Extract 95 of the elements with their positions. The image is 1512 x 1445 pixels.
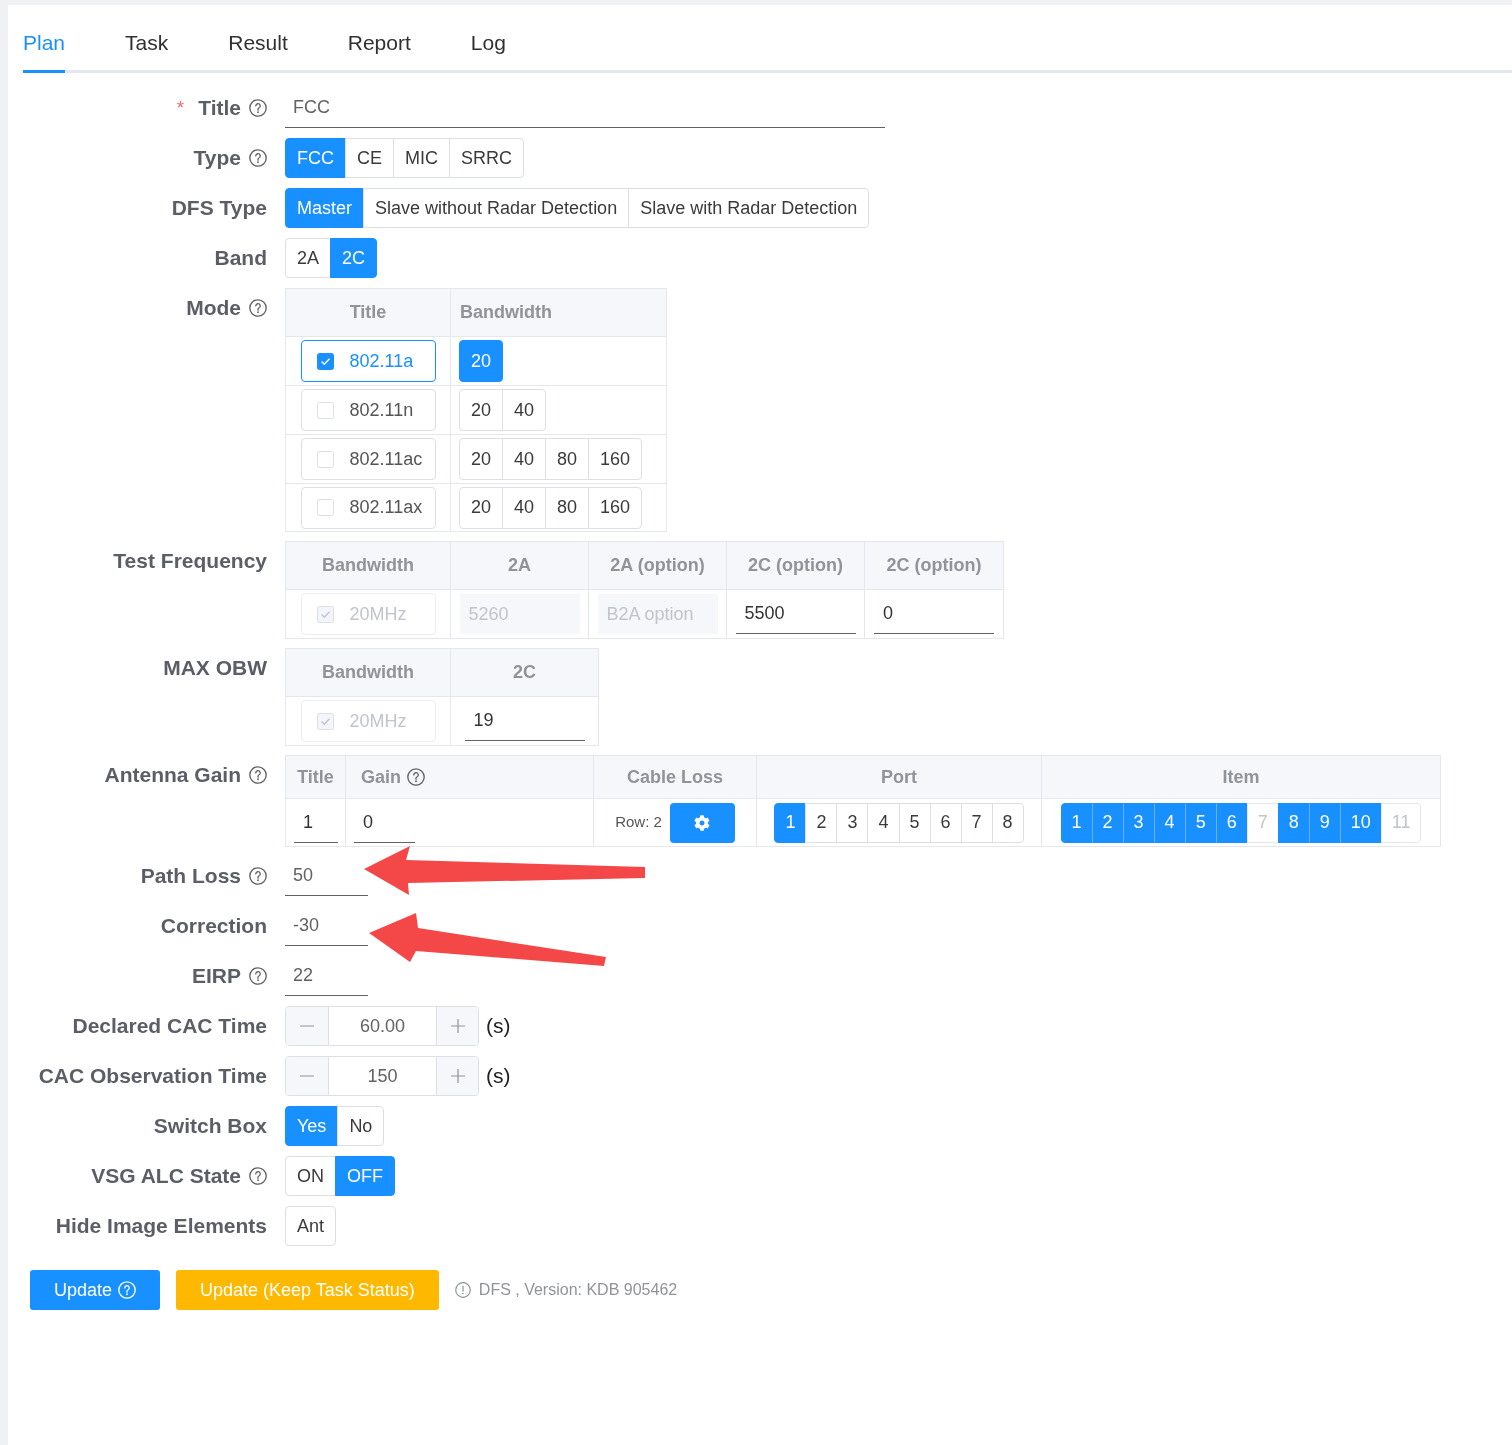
option-button[interactable]: Ant	[285, 1206, 337, 1246]
field-label: Declared CAC Time	[72, 1013, 267, 1040]
field-label: Hide Image Elements	[55, 1213, 267, 1240]
column-header: Gain	[361, 765, 401, 789]
field-label: VSG ALC State	[91, 1163, 241, 1190]
column-header: Bandwidth	[322, 554, 414, 577]
help-icon[interactable]	[407, 768, 425, 786]
tab[interactable]: Task	[125, 27, 169, 73]
column-header: Title	[297, 765, 334, 789]
text-input[interactable]: 50	[285, 856, 368, 896]
option-button[interactable]: No	[337, 1106, 385, 1146]
help-icon[interactable]	[249, 99, 267, 117]
number-stepper[interactable]: 60.00	[285, 1006, 479, 1046]
frequency-input[interactable]: 5500	[735, 594, 856, 634]
column-header: 2A	[508, 554, 531, 577]
text-input[interactable]: -30	[285, 906, 368, 946]
title-input[interactable]: FCC	[285, 88, 885, 128]
checkbox-button[interactable]: 802.11n	[300, 389, 436, 431]
row-count-label: Row: 2	[615, 812, 662, 833]
column-header: 2A (option)	[610, 554, 705, 577]
minus-icon	[300, 1025, 314, 1027]
option-button[interactable]: Slave without Radar Detection	[363, 188, 630, 228]
field-label: Type	[193, 145, 241, 172]
help-icon[interactable]	[249, 1167, 267, 1185]
text-input[interactable]: 22	[285, 956, 368, 996]
bandwidth-option[interactable]: 20	[459, 438, 504, 480]
field-label: MAX OBW	[163, 655, 267, 682]
port-option[interactable]: 2	[805, 802, 838, 843]
help-icon[interactable]	[249, 766, 267, 784]
port-option[interactable]: 8	[991, 802, 1024, 843]
port-option[interactable]: 6	[929, 802, 962, 843]
column-header: 2C	[513, 661, 536, 684]
checkbox-icon[interactable]	[316, 352, 334, 370]
column-header: 2C (option)	[886, 554, 982, 577]
option-button[interactable]: CE	[345, 138, 394, 178]
column-header: 2C (option)	[748, 554, 843, 577]
settings-button[interactable]	[669, 802, 735, 843]
field-label: Switch Box	[153, 1113, 267, 1140]
option-button[interactable]: ON	[285, 1156, 336, 1196]
bandwidth-option[interactable]: 20	[459, 389, 504, 431]
column-header: Title	[349, 301, 387, 324]
help-icon[interactable]	[249, 967, 267, 985]
column-header: Cable Loss	[627, 765, 723, 789]
field-label: Path Loss	[140, 863, 241, 890]
bandwidth-option[interactable]: 160	[588, 486, 643, 529]
minus-icon	[300, 1075, 314, 1077]
plus-icon	[450, 1069, 465, 1083]
bandwidth-option[interactable]: 40	[502, 438, 547, 480]
field-label: Antenna Gain	[104, 762, 241, 789]
gain-input[interactable]: 0	[354, 802, 415, 843]
required-mark: *	[176, 95, 185, 120]
port-option[interactable]: 3	[836, 802, 869, 843]
frequency-input[interactable]: 0	[874, 594, 994, 634]
field-label: DFS Type	[171, 195, 267, 222]
field-label: Band	[214, 245, 267, 272]
title-input[interactable]: 1	[294, 802, 338, 843]
help-icon[interactable]	[249, 867, 267, 885]
tab[interactable]: Log	[470, 27, 506, 73]
option-button[interactable]: Slave with Radar Detection	[628, 188, 870, 228]
column-header: Bandwidth	[460, 301, 552, 324]
field-label: Correction	[160, 913, 267, 940]
bandwidth-option[interactable]: 80	[545, 486, 590, 529]
column-header: Bandwidth	[322, 661, 414, 684]
help-icon[interactable]	[249, 299, 267, 317]
option-button[interactable]: 2A	[285, 238, 332, 278]
field-label: Test Frequency	[113, 548, 267, 575]
plus-icon	[450, 1019, 465, 1033]
field-label: Mode	[186, 295, 241, 322]
tab[interactable]: Result	[228, 27, 288, 73]
settings-icon	[694, 814, 711, 831]
version-note: DFS , Version: KDB 905462	[478, 1280, 678, 1300]
bandwidth-option[interactable]: 160	[588, 438, 643, 480]
bandwidth-option[interactable]: 40	[502, 486, 547, 529]
bandwidth-option[interactable]: 80	[545, 438, 590, 480]
checkbox-button[interactable]: 802.11ac	[300, 438, 436, 480]
bandwidth-option[interactable]: 40	[502, 389, 547, 431]
field-label: Title	[198, 95, 241, 122]
option-button[interactable]: MIC	[393, 138, 450, 178]
unit-label: (s)	[486, 1013, 511, 1040]
checkbox-button[interactable]: 802.11ax	[300, 486, 436, 529]
port-option[interactable]: 4	[867, 802, 900, 843]
field-label: EIRP	[192, 963, 241, 990]
port-option[interactable]: 7	[960, 802, 993, 843]
help-icon[interactable]	[249, 149, 267, 167]
column-header: Port	[881, 765, 917, 789]
bandwidth-option[interactable]: 20	[459, 486, 504, 529]
option-button[interactable]: SRRC	[449, 138, 525, 178]
port-option[interactable]: 5	[898, 802, 931, 843]
unit-label: (s)	[486, 1063, 511, 1090]
info-icon	[454, 1282, 471, 1298]
number-stepper[interactable]: 150	[285, 1056, 479, 1096]
field-label: CAC Observation Time	[38, 1063, 267, 1090]
frequency-input[interactable]: 19	[464, 701, 585, 741]
column-header: Item	[1222, 765, 1260, 789]
tab[interactable]: Report	[347, 27, 411, 73]
